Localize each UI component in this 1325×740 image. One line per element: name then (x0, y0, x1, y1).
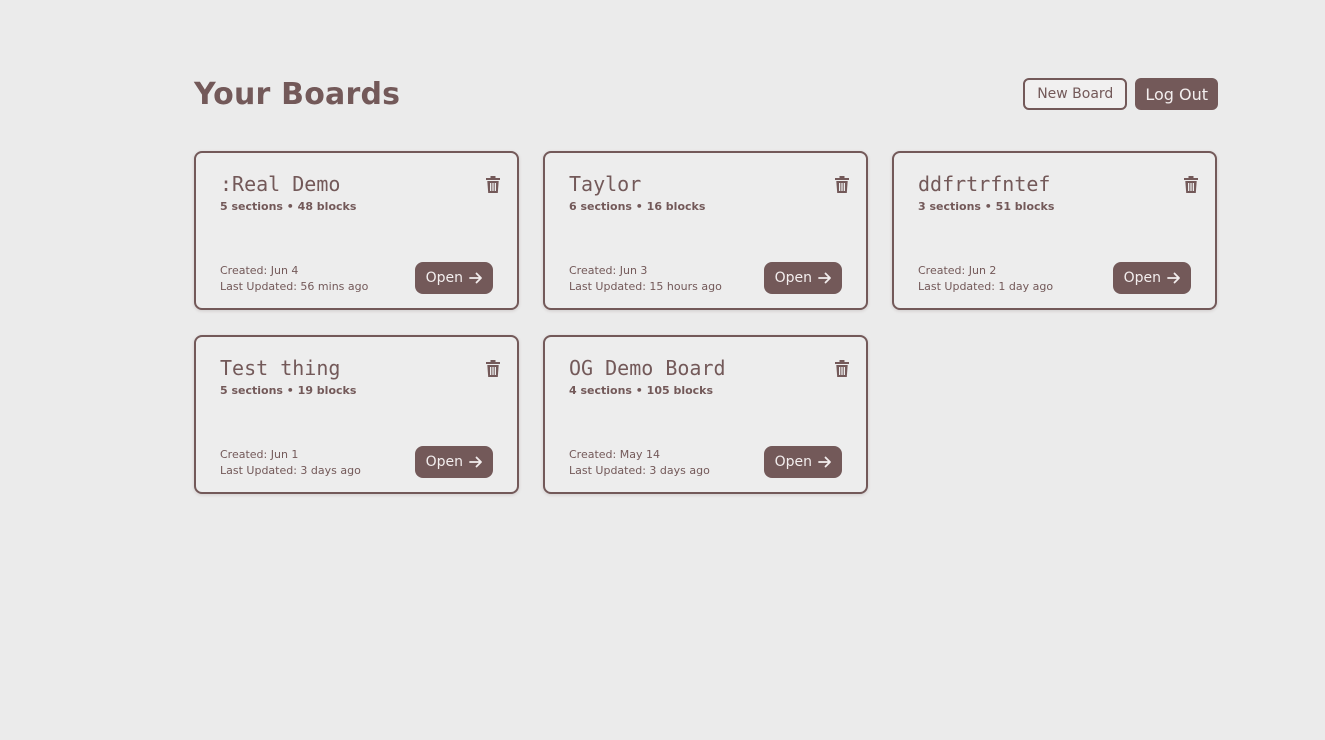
board-stats: 5 sections • 48 blocks (220, 200, 357, 213)
open-board-button[interactable]: Open (414, 446, 493, 478)
board-title: Test thing (220, 356, 341, 380)
arrow-right-icon (469, 272, 482, 284)
open-label: Open (1123, 270, 1161, 286)
arrow-right-icon (1167, 272, 1180, 284)
board-title: Taylor (569, 172, 642, 196)
trash-icon (835, 175, 849, 193)
header-actions: New Board Log Out (1023, 78, 1218, 110)
board-title: OG Demo Board (569, 356, 726, 380)
page-title: Your Boards (194, 76, 401, 112)
board-stats: 4 sections • 105 blocks (569, 384, 714, 397)
new-board-button[interactable]: New Board (1023, 78, 1128, 110)
board-title: ddfrtrfntef (918, 172, 1051, 196)
trash-icon (1184, 175, 1198, 193)
open-label: Open (425, 454, 463, 470)
board-title: :Real Demo (220, 172, 341, 196)
created-date: Created: Jun 3 (569, 264, 648, 277)
last-updated: Last Updated: 56 mins ago (220, 280, 369, 293)
created-date: Created: Jun 4 (220, 264, 299, 277)
trash-icon (486, 175, 500, 193)
arrow-right-icon (818, 456, 831, 468)
last-updated: Last Updated: 3 days ago (569, 464, 710, 477)
delete-board-button[interactable] (484, 174, 502, 194)
boards-grid: :Real Demo 5 sections • 48 blocks Create… (194, 151, 1218, 494)
board-card: Taylor 6 sections • 16 blocks Created: J… (543, 151, 868, 310)
board-dates: Created: Jun 3 Last Updated: 15 hours ag… (569, 263, 722, 295)
open-board-button[interactable]: Open (1112, 262, 1191, 294)
last-updated: Last Updated: 15 hours ago (569, 280, 722, 293)
arrow-right-icon (818, 272, 831, 284)
page-header: Your Boards New Board Log Out (194, 74, 1218, 114)
boards-page: Your Boards New Board Log Out :Real Demo… (0, 0, 1325, 740)
board-dates: Created: Jun 4 Last Updated: 56 mins ago (220, 263, 368, 295)
last-updated: Last Updated: 1 day ago (918, 280, 1054, 293)
open-board-button[interactable]: Open (763, 446, 842, 478)
open-board-button[interactable]: Open (414, 262, 493, 294)
created-date: Created: Jun 2 (918, 264, 997, 277)
created-date: Created: May 14 (569, 448, 660, 461)
open-board-button[interactable]: Open (763, 262, 842, 294)
board-card: :Real Demo 5 sections • 48 blocks Create… (194, 151, 519, 310)
open-label: Open (774, 454, 812, 470)
trash-icon (486, 359, 500, 377)
board-stats: 6 sections • 16 blocks (569, 200, 706, 213)
trash-icon (835, 359, 849, 377)
delete-board-button[interactable] (484, 358, 502, 378)
board-card: OG Demo Board 4 sections • 105 blocks Cr… (543, 335, 868, 494)
board-card: ddfrtrfntef 3 sections • 51 blocks Creat… (892, 151, 1217, 310)
last-updated: Last Updated: 3 days ago (220, 464, 361, 477)
board-stats: 3 sections • 51 blocks (918, 200, 1055, 213)
board-dates: Created: May 14 Last Updated: 3 days ago (569, 447, 710, 479)
open-label: Open (425, 270, 463, 286)
created-date: Created: Jun 1 (220, 448, 299, 461)
board-dates: Created: Jun 2 Last Updated: 1 day ago (918, 263, 1053, 295)
board-dates: Created: Jun 1 Last Updated: 3 days ago (220, 447, 361, 479)
board-stats: 5 sections • 19 blocks (220, 384, 357, 397)
board-card: Test thing 5 sections • 19 blocks Create… (194, 335, 519, 494)
delete-board-button[interactable] (833, 358, 851, 378)
delete-board-button[interactable] (833, 174, 851, 194)
delete-board-button[interactable] (1182, 174, 1200, 194)
logout-button[interactable]: Log Out (1135, 78, 1218, 110)
open-label: Open (774, 270, 812, 286)
arrow-right-icon (469, 456, 482, 468)
